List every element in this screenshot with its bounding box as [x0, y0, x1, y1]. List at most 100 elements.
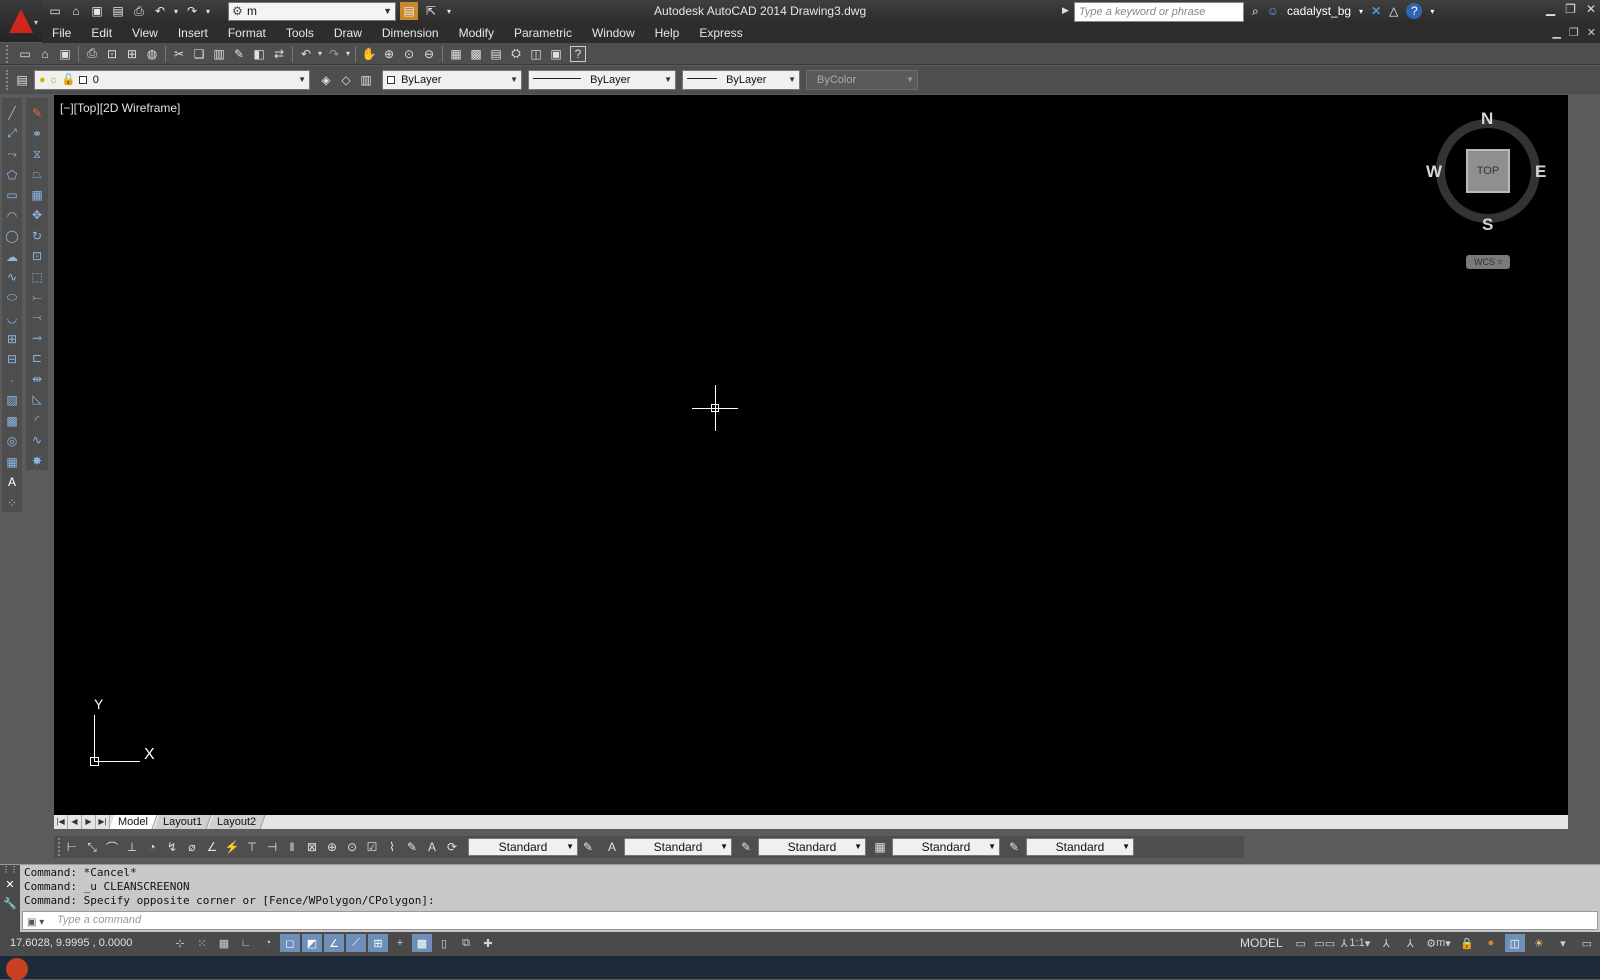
viewcube[interactable]: TOP N S E W [1426, 109, 1546, 234]
annotation-monitor-icon[interactable]: ✚ [478, 934, 498, 952]
text-style-dropdown[interactable]: Standard ▼ [624, 838, 732, 856]
model-space-button[interactable]: MODEL [1236, 936, 1287, 950]
infer-constraints-icon[interactable]: ⊹ [170, 934, 190, 952]
continue-icon[interactable]: ⊣ [262, 838, 282, 856]
radius-icon[interactable]: ◔ [142, 838, 162, 856]
move-icon[interactable]: ✥ [28, 206, 46, 224]
last-tab-icon[interactable]: ▶| [96, 815, 110, 829]
hardware-acceleration-icon[interactable]: ● [1481, 934, 1501, 952]
dimension-style-dropdown[interactable]: Standard ▼ [758, 838, 866, 856]
coordinates-display[interactable]: 17.6028, 9.9995 , 0.0000 [10, 937, 132, 949]
object-snap-icon[interactable]: ◻ [280, 934, 300, 952]
help-icon[interactable]: ? [1406, 3, 1423, 19]
wcs-menu-button[interactable]: WCS ▿ [1466, 255, 1510, 269]
rectangle-icon[interactable]: ▭ [3, 186, 21, 205]
new-icon[interactable]: ▭ [15, 45, 35, 63]
quick-view-layouts-icon[interactable]: ▭ [1291, 934, 1311, 952]
design-center-icon[interactable]: ▩ [466, 45, 486, 63]
arc-icon[interactable]: ◠ [3, 207, 21, 226]
publish-icon[interactable]: ⊞ [122, 45, 142, 63]
menu-tools[interactable]: Tools [276, 24, 324, 43]
chamfer-icon[interactable]: ◺ [28, 390, 46, 408]
refedit-icon[interactable]: ⇄ [269, 45, 289, 63]
customize-qat-icon[interactable]: ▾ [440, 2, 458, 20]
offset-icon[interactable]: ⏢ [28, 165, 46, 183]
start-button[interactable] [6, 958, 28, 980]
lineweight-dropdown[interactable]: ByLayer ▼ [682, 70, 800, 90]
blend-curves-icon[interactable]: ∿ [28, 431, 46, 449]
region-icon[interactable]: ◎ [3, 432, 21, 451]
undo-icon[interactable]: ↶ [151, 2, 169, 20]
viewport-controls[interactable]: [−][Top][2D Wireframe] [60, 101, 180, 115]
compass-north[interactable]: N [1481, 109, 1493, 129]
menu-edit[interactable]: Edit [81, 24, 122, 43]
make-current-layer-icon[interactable]: ◈ [316, 71, 336, 89]
explode-icon[interactable]: ✸ [28, 451, 46, 469]
hatch-icon[interactable]: ▨ [3, 391, 21, 410]
baseline-icon[interactable]: ⊤ [242, 838, 262, 856]
tab-model[interactable]: Model [109, 815, 158, 829]
first-tab-icon[interactable]: |◀ [54, 815, 68, 829]
gradient-icon[interactable]: ▩ [3, 412, 21, 431]
3d-print-icon[interactable]: ◍ [142, 45, 162, 63]
isolate-objects-icon[interactable]: ◫ [1504, 934, 1525, 952]
make-block-icon[interactable]: ⊟ [3, 350, 21, 369]
command-input[interactable]: ▣ ▾ Type a command [22, 911, 1598, 930]
command-line-handle[interactable]: ⋮⋮ ✕ 🔧 [0, 865, 20, 933]
open-file-icon[interactable]: ⌂ [67, 2, 85, 20]
dimtedit-icon[interactable]: A [422, 838, 442, 856]
layer-state-icon[interactable]: ▤ [400, 2, 418, 20]
point-icon[interactable]: · [3, 371, 21, 390]
text-style-icon[interactable]: A [602, 838, 622, 856]
quick-view-drawings-icon[interactable]: ▭▭ [1314, 934, 1335, 952]
construction-line-icon[interactable]: ⤢ [3, 125, 21, 144]
inspection-icon[interactable]: ☑ [362, 838, 382, 856]
wrench-icon[interactable]: 🔧 [0, 897, 20, 910]
table-style-icon[interactable]: ▦ [870, 838, 890, 856]
tolerance-icon[interactable]: ⊕ [322, 838, 342, 856]
doc-close-icon[interactable]: ✕ [1587, 24, 1596, 43]
menu-file[interactable]: File [42, 24, 81, 43]
doc-restore-icon[interactable]: ❐ [1569, 24, 1579, 43]
user-icon[interactable]: ☺ [1267, 4, 1279, 18]
menu-view[interactable]: View [122, 24, 168, 43]
center-mark-icon[interactable]: ⊙ [342, 838, 362, 856]
break-icon[interactable]: ⊏ [28, 349, 46, 367]
application-status-menu-icon[interactable]: ▾ [1553, 934, 1573, 952]
tab-layout1[interactable]: Layout1 [154, 815, 212, 829]
expand-search-icon[interactable]: ▶ [1062, 5, 1069, 16]
menu-help[interactable]: Help [645, 24, 690, 43]
break-at-point-icon[interactable]: ⊸ [28, 329, 46, 347]
menu-parametric[interactable]: Parametric [504, 24, 582, 43]
rotate-icon[interactable]: ↻ [28, 227, 46, 245]
3d-object-snap-icon[interactable]: ◩ [302, 934, 322, 952]
grid-icon[interactable]: ▦ [214, 934, 234, 952]
dimstyle-manager-icon[interactable]: ✎ [736, 838, 756, 856]
previous-tab-icon[interactable]: ◀ [68, 815, 82, 829]
revision-cloud-icon[interactable]: ☁ [3, 248, 21, 267]
clean-screen-icon[interactable]: ▭ [1577, 934, 1597, 952]
table-style-dropdown[interactable]: Standard ▼ [892, 838, 1000, 856]
save-icon[interactable]: ▣ [55, 45, 75, 63]
copy-object-icon[interactable]: ⚭ [28, 124, 46, 142]
chevron-down-icon[interactable]: ▾ [1359, 7, 1363, 16]
match-properties-icon[interactable]: ✎ [229, 45, 249, 63]
layer-previous-icon[interactable]: ◇ [336, 71, 356, 89]
viewcube-face-top[interactable]: TOP [1466, 149, 1510, 193]
save-icon[interactable]: ▣ [88, 2, 106, 20]
compass-east[interactable]: E [1535, 162, 1546, 182]
sheet-set-icon[interactable]: ⛭ [506, 45, 526, 63]
compass-south[interactable]: S [1482, 215, 1493, 235]
menu-dimension[interactable]: Dimension [372, 24, 449, 43]
maximize-icon[interactable]: ❐ [1565, 2, 1576, 16]
workspace-dropdown[interactable]: ⚙ m ▼ [228, 2, 396, 21]
redo-dropdown-icon[interactable]: ▾ [344, 45, 352, 63]
snap-mode-icon[interactable]: ⁙ [192, 934, 212, 952]
workspace-switching-icon[interactable]: ⚙ m ▾ [1424, 934, 1453, 952]
calculator-icon[interactable]: ▣ [546, 45, 566, 63]
layer-states-icon[interactable]: ▥ [356, 71, 376, 89]
ellipse-icon[interactable]: ⬭ [3, 289, 21, 308]
search-input[interactable]: Type a keyword or phrase [1074, 2, 1244, 22]
multileader-style-dropdown[interactable]: Standard ▼ [1026, 838, 1134, 856]
markup-icon[interactable]: ◫ [526, 45, 546, 63]
